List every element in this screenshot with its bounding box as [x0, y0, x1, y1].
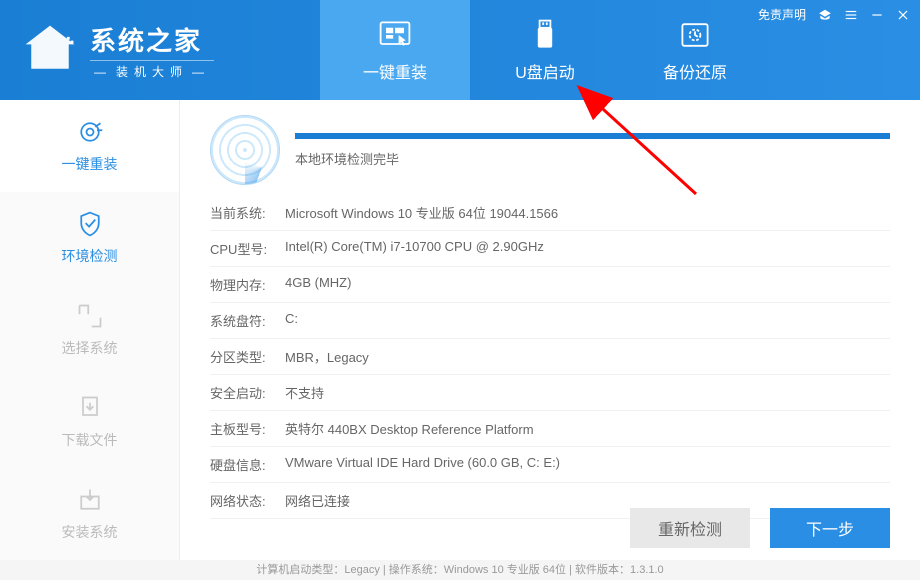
info-row: 硬盘信息:VMware Virtual IDE Hard Drive (60.0… [210, 447, 890, 483]
logo-title: 系统之家 [90, 21, 214, 58]
system-info-list: 当前系统:Microsoft Windows 10 专业版 64位 19044.… [210, 195, 890, 519]
info-row: 主板型号:英特尔 440BX Desktop Reference Platfor… [210, 411, 890, 447]
disclaimer-link[interactable]: 免责声明 [758, 6, 806, 23]
info-value: MBR，Legacy [285, 347, 890, 366]
info-label: 系统盘符: [210, 311, 285, 330]
close-icon[interactable] [896, 8, 910, 22]
scan-status: 本地环境检测完毕 [295, 149, 890, 168]
info-row: 系统盘符:C: [210, 303, 890, 339]
footer-status: 计算机启动类型：Legacy | 操作系统：Windows 10 专业版 64位… [0, 560, 920, 580]
info-value: 4GB (MHZ) [285, 275, 890, 294]
info-value: C: [285, 311, 890, 330]
info-value: 不支持 [285, 383, 890, 402]
info-row: 安全启动:不支持 [210, 375, 890, 411]
tab-label: 一键重装 [363, 59, 427, 83]
tab-backup-restore[interactable]: 备份还原 [620, 0, 770, 100]
next-button[interactable]: 下一步 [770, 508, 890, 548]
backup-icon [677, 17, 713, 53]
logo-subtitle: 装机大师 [90, 60, 214, 80]
sidebar-label: 下载文件 [62, 430, 118, 450]
sidebar: 一键重装 环境检测 选择系统 下载文件 安装系统 [0, 100, 180, 560]
tab-usb-boot[interactable]: U盘启动 [470, 0, 620, 100]
info-row: CPU型号:Intel(R) Core(TM) i7-10700 CPU @ 2… [210, 231, 890, 267]
menu-icon[interactable] [844, 8, 858, 22]
info-value: Microsoft Windows 10 专业版 64位 19044.1566 [285, 203, 890, 222]
sidebar-label: 一键重装 [62, 154, 118, 174]
logo-area: 系统之家 装机大师 [0, 20, 320, 80]
sidebar-item-envcheck[interactable]: 环境检测 [0, 192, 179, 284]
info-row: 当前系统:Microsoft Windows 10 专业版 64位 19044.… [210, 195, 890, 231]
main-content: 本地环境检测完毕 当前系统:Microsoft Windows 10 专业版 6… [180, 100, 920, 560]
house-logo-icon [20, 20, 80, 80]
info-value: 英特尔 440BX Desktop Reference Platform [285, 419, 890, 438]
progress-bar [295, 133, 890, 139]
info-label: 分区类型: [210, 347, 285, 366]
corner-select-icon [76, 302, 104, 330]
tab-reinstall[interactable]: 一键重装 [320, 0, 470, 100]
info-value: Intel(R) Core(TM) i7-10700 CPU @ 2.90GHz [285, 239, 890, 258]
info-row: 分区类型:MBR，Legacy [210, 339, 890, 375]
info-label: 当前系统: [210, 203, 285, 222]
windows-cursor-icon [377, 17, 413, 53]
window-controls: 免责声明 [758, 6, 910, 23]
tab-label: U盘启动 [515, 59, 575, 83]
graduation-icon[interactable] [818, 8, 832, 22]
tab-label: 备份还原 [663, 59, 727, 83]
sidebar-item-selectos[interactable]: 选择系统 [0, 284, 179, 376]
info-label: 安全启动: [210, 383, 285, 402]
sidebar-label: 选择系统 [62, 338, 118, 358]
info-label: CPU型号: [210, 239, 285, 258]
info-row: 物理内存:4GB (MHZ) [210, 267, 890, 303]
sidebar-item-install[interactable]: 安装系统 [0, 468, 179, 560]
sidebar-item-download[interactable]: 下载文件 [0, 376, 179, 468]
usb-icon [527, 17, 563, 53]
minimize-icon[interactable] [870, 8, 884, 22]
info-label: 物理内存: [210, 275, 285, 294]
info-label: 网络状态: [210, 491, 285, 510]
download-icon [76, 394, 104, 422]
install-box-icon [76, 486, 104, 514]
recheck-button[interactable]: 重新检测 [630, 508, 750, 548]
sidebar-item-reinstall[interactable]: 一键重装 [0, 100, 179, 192]
shield-check-icon [76, 210, 104, 238]
info-value: VMware Virtual IDE Hard Drive (60.0 GB, … [285, 455, 890, 474]
sidebar-label: 环境检测 [62, 246, 118, 266]
radar-icon [210, 115, 280, 185]
info-label: 硬盘信息: [210, 455, 285, 474]
info-label: 主板型号: [210, 419, 285, 438]
sidebar-label: 安装系统 [62, 522, 118, 542]
header: 系统之家 装机大师 一键重装 U盘启动 [0, 0, 920, 100]
target-icon [76, 118, 104, 146]
